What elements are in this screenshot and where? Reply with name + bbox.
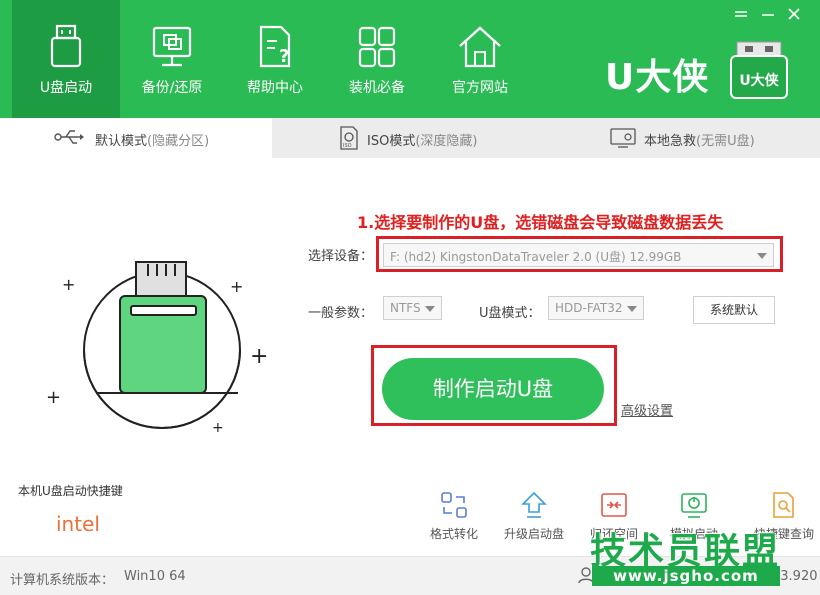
tool-upgrade-boot[interactable]: 升级启动盘 xyxy=(494,490,574,546)
help-document-icon: ? xyxy=(259,25,291,68)
apps-grid-icon xyxy=(358,26,396,68)
nav-label: 官方网站 xyxy=(452,80,508,96)
home-icon xyxy=(459,26,501,68)
tool-label: 格式转化 xyxy=(429,527,478,541)
chevron-down-icon xyxy=(627,306,637,312)
svg-text:ISO: ISO xyxy=(343,143,352,149)
tab-iso-mode[interactable]: ISO ISO模式(深度隐藏) xyxy=(272,118,546,158)
usb-symbol-icon xyxy=(54,130,84,144)
svg-text:+: + xyxy=(62,275,75,294)
format-convert-icon xyxy=(441,492,467,518)
app-window: U盘启动 备份/还原 ? 帮助中心 装机必备 官方网站 U大侠 U大侠 默认模式… xyxy=(0,0,820,595)
svg-text:+: + xyxy=(212,420,224,436)
usb-illustration: + + + + + xyxy=(46,261,268,436)
header-bar: U盘启动 备份/还原 ? 帮助中心 装机必备 官方网站 U大侠 U大侠 xyxy=(0,0,820,118)
nav-label: 装机必备 xyxy=(349,80,405,96)
brand-logo-text: U大侠 xyxy=(739,73,779,89)
minimize-icon xyxy=(735,11,747,17)
backup-restore-icon xyxy=(152,26,192,67)
svg-text:+: + xyxy=(46,387,61,408)
os-version-label: 计算机系统版本： xyxy=(10,573,115,588)
tool-label: 升级启动盘 xyxy=(503,527,564,541)
tab-default-mode[interactable]: 默认模式(隐藏分区) xyxy=(0,118,272,158)
nav-help-center[interactable]: ? 帮助中心 xyxy=(221,0,329,118)
device-select[interactable]: F: (hd2) KingstonDataTraveler 2.0 (U盘) 1… xyxy=(383,243,774,267)
svg-text:?: ? xyxy=(279,46,289,67)
usb-mode-label: U盘模式： xyxy=(479,306,541,321)
shortcut-search-icon xyxy=(773,492,794,518)
nav-essentials[interactable]: 装机必备 xyxy=(323,0,431,118)
usb-mode-select-value: HDD-FAT32 xyxy=(555,301,623,315)
nav-backup-restore[interactable]: 备份/还原 xyxy=(118,0,226,118)
os-version-value: Win10 64 xyxy=(124,569,186,584)
minimize-button[interactable] xyxy=(733,7,749,23)
tab-label: 默认模式 xyxy=(95,134,148,149)
usb-mode-select[interactable]: HDD-FAT32 xyxy=(548,296,644,320)
nav-label: 备份/还原 xyxy=(141,80,203,96)
brand-name: U大侠 xyxy=(605,57,710,98)
watermark-url: www.jsgho.com xyxy=(592,566,780,586)
brand-logo: U大侠 xyxy=(727,40,791,100)
chevron-down-icon xyxy=(425,306,435,312)
warning-hint: 1.选择要制作的U盘，选错磁盘会导致磁盘数据丢失 xyxy=(357,213,724,232)
close-button[interactable] xyxy=(786,7,802,23)
make-boot-usb-button[interactable]: 制作启动U盘 xyxy=(382,358,604,420)
tab-sublabel: (无需U盘) xyxy=(696,134,755,149)
svg-text:+: + xyxy=(250,344,268,369)
tab-label: 本地急救 xyxy=(644,134,697,149)
mode-tabs: 默认模式(隐藏分区) ISO ISO模式(深度隐藏) 本地急救(无需U盘) xyxy=(0,118,820,158)
nav-label: U盘启动 xyxy=(39,80,93,96)
params-label: 一般参数： xyxy=(308,306,374,321)
simulate-boot-icon xyxy=(681,493,707,518)
upgrade-icon xyxy=(521,491,547,518)
iso-disc-icon: ISO xyxy=(340,126,358,150)
tab-sublabel: (隐藏分区) xyxy=(147,134,210,149)
tab-sublabel: (深度隐藏) xyxy=(415,134,478,149)
usb-drive-icon xyxy=(50,24,82,68)
chevron-down-icon xyxy=(757,253,767,259)
return-space-icon xyxy=(601,493,627,517)
nav-label: 帮助中心 xyxy=(247,80,303,96)
tab-label: ISO模式 xyxy=(367,134,416,149)
tab-local-rescue[interactable]: 本地急救(无需U盘) xyxy=(546,118,820,158)
computer-pin-icon xyxy=(610,128,636,148)
dash-icon xyxy=(762,14,774,16)
watermark: 技术员联盟 www.jsgho.com xyxy=(590,522,790,590)
system-default-button[interactable]: 系统默认 xyxy=(693,296,775,324)
svg-text:+: + xyxy=(230,277,243,296)
filesystem-select-value: NTFS xyxy=(390,301,421,315)
advanced-settings-link[interactable]: 高级设置 xyxy=(621,400,673,419)
filesystem-select[interactable]: NTFS xyxy=(383,296,442,320)
device-select-value: F: (hd2) KingstonDataTraveler 2.0 (U盘) 1… xyxy=(390,250,682,264)
tool-format-convert[interactable]: 格式转化 xyxy=(414,490,494,546)
nav-usb-boot[interactable]: U盘启动 xyxy=(12,0,120,118)
close-icon xyxy=(788,8,800,20)
minimize-line-button[interactable] xyxy=(760,7,776,23)
device-label: 选择设备： xyxy=(308,249,374,264)
nav-official-site[interactable]: 官方网站 xyxy=(426,0,534,118)
hotkey-brand: intel xyxy=(56,512,100,536)
hotkey-title: 本机U盘启动快捷键 xyxy=(18,484,123,498)
